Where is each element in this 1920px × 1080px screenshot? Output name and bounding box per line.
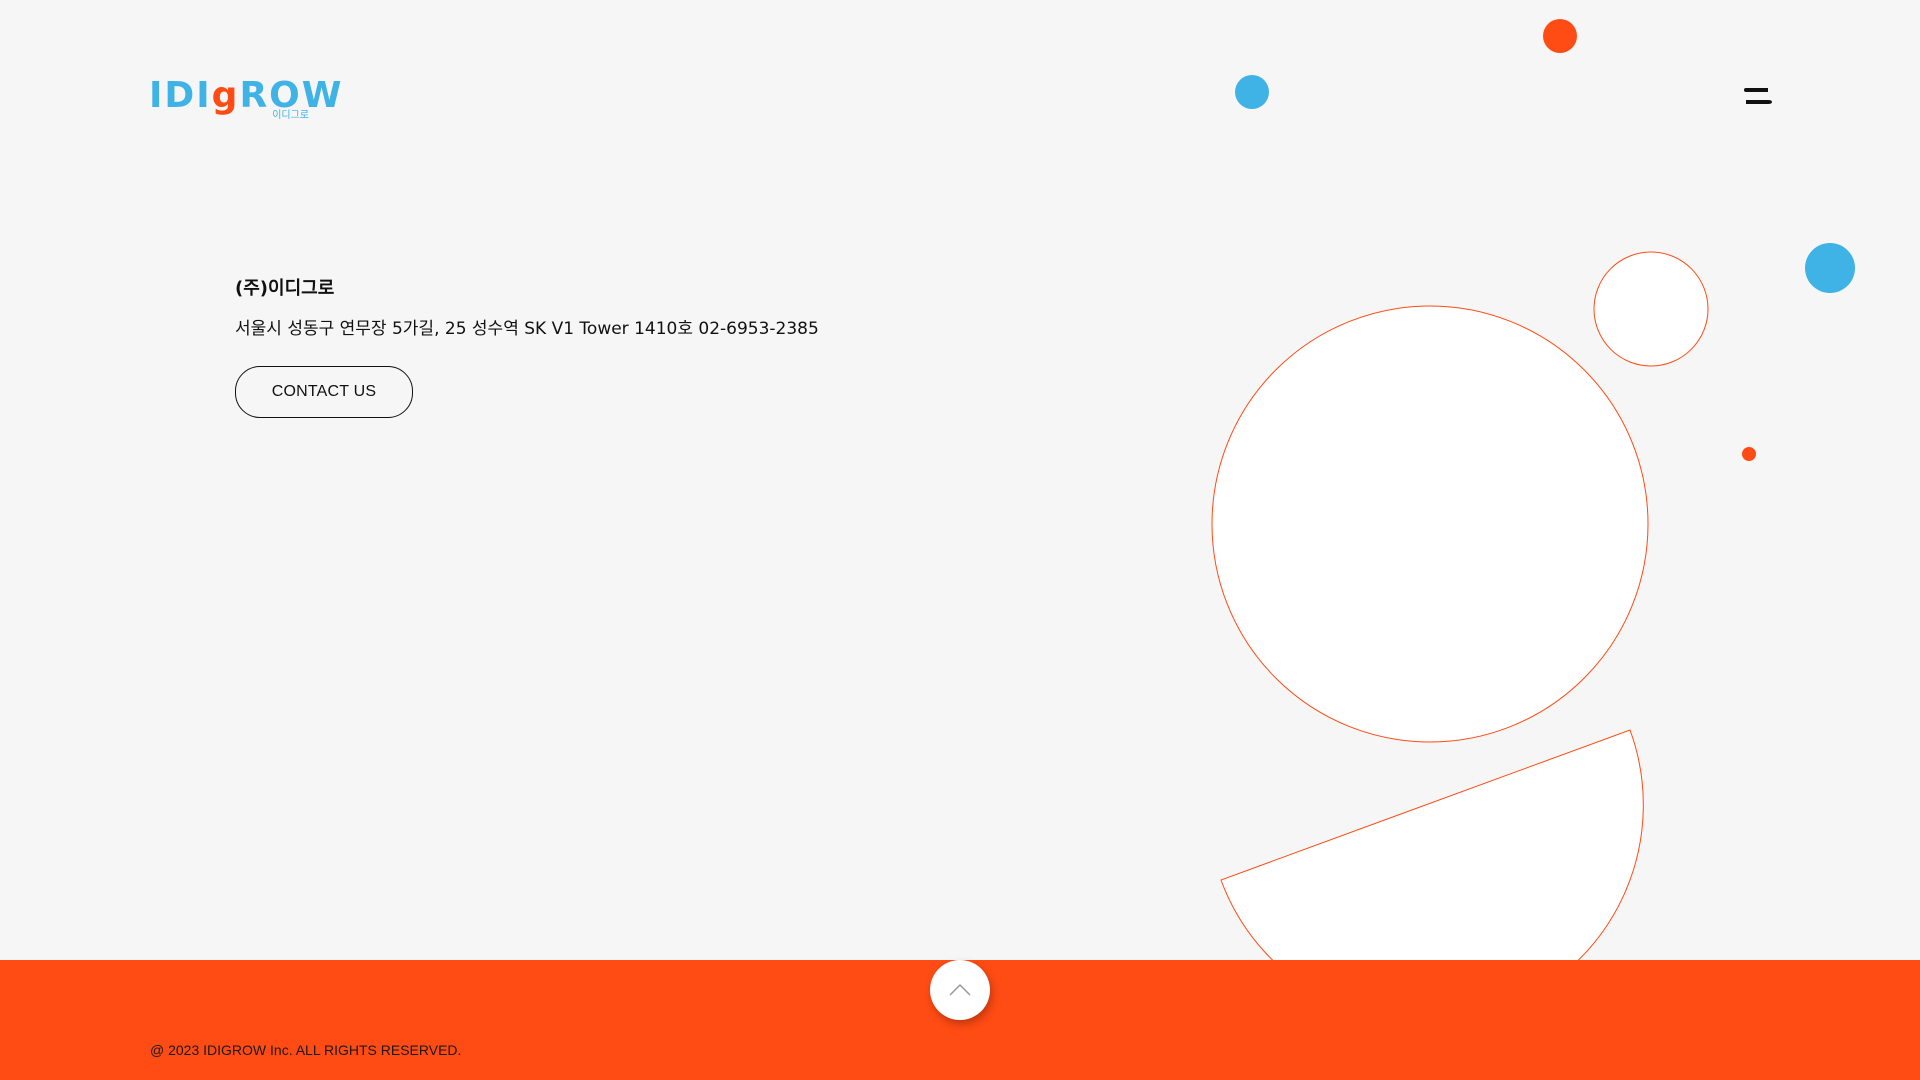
decor-dot-blue-top [1235,75,1269,109]
decor-dot-orange-small [1742,447,1756,461]
decor-dot-blue-right [1805,243,1855,293]
menu-button[interactable] [1744,84,1772,108]
contact-us-button[interactable]: CONTACT US [235,366,413,418]
decor-dot-orange-top [1543,19,1577,53]
company-name: (주)이디그로 [235,278,335,299]
logo-subtitle: 이디그로 [272,110,309,121]
logo-mark: IDIgROW [149,75,344,116]
decor-circle-small-outline [1593,251,1709,367]
decor-circle-large-outline [1211,305,1649,743]
logo[interactable]: IDIgROW 이디그로 [149,78,341,126]
scroll-top-button[interactable] [930,960,990,1020]
hamburger-icon [1744,88,1772,104]
copyright-text: @ 2023 IDIGROW Inc. ALL RIGHTS RESERVED. [150,1042,462,1058]
page: IDIgROW 이디그로 (주)이디그로 서울시 성동구 연무장 5가길, 25… [0,0,1920,1080]
background-decoration [1211,19,1855,1024]
chevron-up-icon [949,983,971,996]
company-address: 서울시 성동구 연무장 5가길, 25 성수역 SK V1 Tower 1410… [235,319,819,339]
company-info: (주)이디그로 서울시 성동구 연무장 5가길, 25 성수역 SK V1 To… [235,276,1135,418]
